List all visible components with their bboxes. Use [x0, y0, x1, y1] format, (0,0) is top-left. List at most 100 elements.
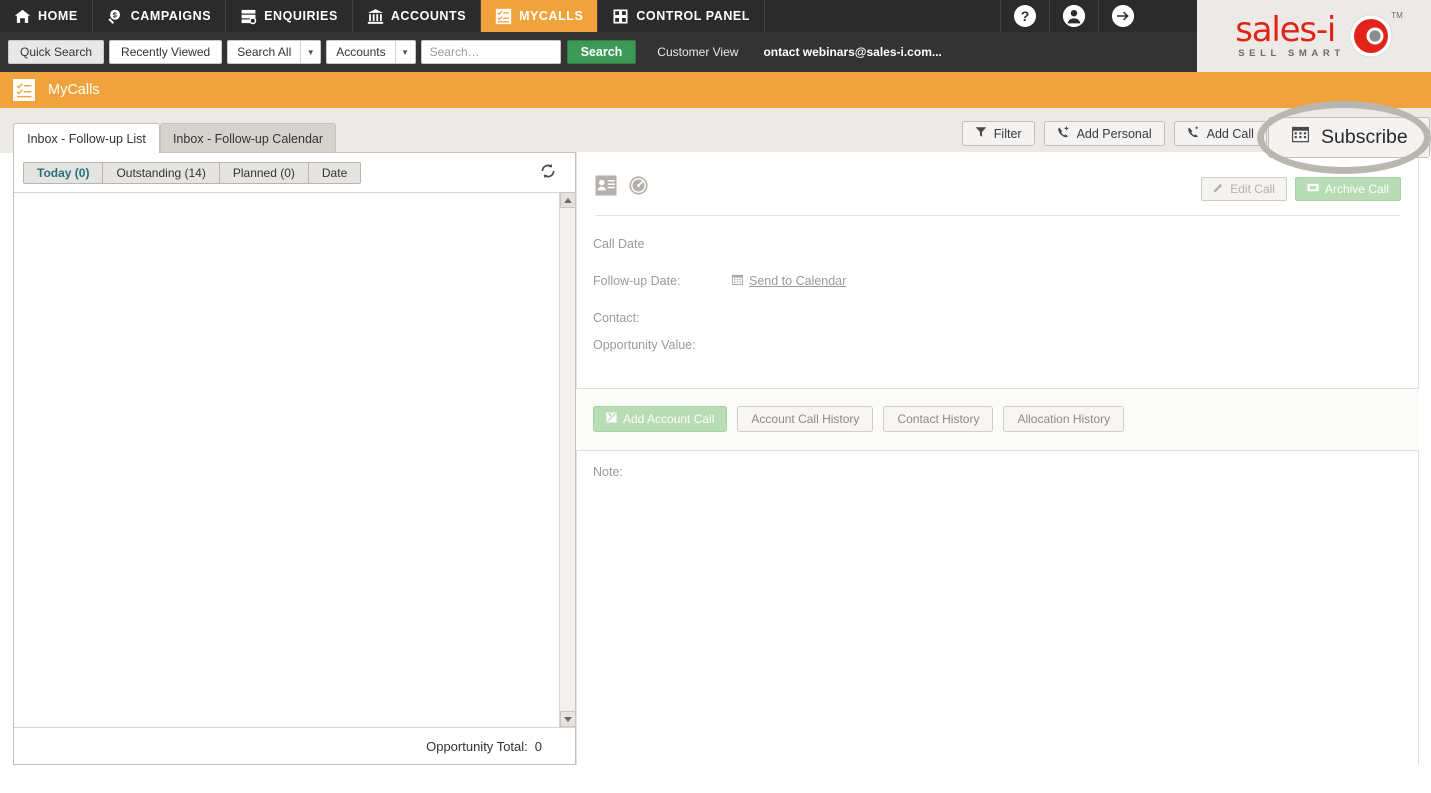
- contact-card-icon[interactable]: [595, 175, 617, 196]
- search-toolbar: Quick Search Recently Viewed Search All …: [0, 32, 1197, 72]
- search-scope-label: Search All: [237, 45, 292, 59]
- calendar-grid-icon: [1291, 126, 1310, 149]
- user-account-button[interactable]: [1049, 0, 1098, 32]
- list-filter-row: Today (0) Outstanding (14) Planned (0) D…: [14, 153, 575, 192]
- logo-mark-icon: [1349, 14, 1393, 58]
- chevron-up-icon: [564, 197, 572, 203]
- search-input[interactable]: [420, 40, 561, 64]
- add-account-call-button[interactable]: Add Account Call: [593, 406, 728, 432]
- tab-inbox-followup-list[interactable]: Inbox - Follow-up List: [13, 123, 160, 153]
- edit-call-button[interactable]: Edit Call: [1201, 177, 1287, 201]
- magnifier-dollar-icon: $: [107, 8, 124, 25]
- gauge-icon[interactable]: [628, 175, 650, 196]
- server-search-icon: [240, 8, 257, 25]
- opportunity-total-label: Opportunity Total:: [426, 738, 528, 754]
- archive-call-button[interactable]: Archive Call: [1294, 177, 1401, 201]
- customer-view-link[interactable]: Customer View: [657, 45, 738, 59]
- logo-tagline: SELL SMART: [1238, 48, 1345, 60]
- call-date-label: Call Date: [593, 237, 645, 251]
- phone-plus-icon: [1187, 125, 1200, 142]
- opportunity-value-label: Opportunity Value:: [593, 338, 696, 352]
- account-call-history-button[interactable]: Account Call History: [737, 406, 874, 432]
- filter-button[interactable]: Filter: [961, 121, 1035, 146]
- list-scrollbar[interactable]: [559, 192, 576, 727]
- svg-text:$: $: [112, 10, 117, 19]
- nav-item-home[interactable]: HOME: [0, 0, 93, 32]
- logout-button[interactable]: [1098, 0, 1147, 32]
- nav-item-accounts[interactable]: ACCOUNTS: [353, 0, 482, 32]
- add-personal-label: Add Personal: [1076, 126, 1152, 141]
- followup-date-label: Follow-up Date:: [593, 274, 681, 288]
- brand-logo[interactable]: sales-i SELL SMART TM: [1197, 0, 1431, 72]
- calendar-grid-icon: [732, 274, 743, 288]
- scroll-down-button[interactable]: [560, 711, 576, 727]
- history-action-bar: Add Account Call Account Call History Co…: [576, 389, 1419, 451]
- search-submit-button[interactable]: Search: [566, 40, 637, 64]
- chevron-down-icon: ▼: [394, 41, 415, 63]
- nav-item-enquiries[interactable]: ENQUIRIES: [226, 0, 353, 32]
- search-scope-dropdown[interactable]: Search All ▼: [227, 40, 322, 64]
- add-call-button[interactable]: Add Call: [1173, 121, 1267, 146]
- logout-arrow-icon: [1112, 5, 1134, 27]
- detail-action-buttons: Edit Call Archive Call: [1201, 177, 1401, 201]
- contact-history-button[interactable]: Contact History: [883, 406, 994, 432]
- logo-trademark: TM: [1391, 11, 1403, 21]
- help-button[interactable]: ?: [1000, 0, 1049, 32]
- send-to-calendar-link[interactable]: Send to Calendar: [732, 274, 846, 288]
- recently-viewed-button[interactable]: Recently Viewed: [109, 40, 223, 64]
- user-avatar-icon: [1063, 5, 1085, 27]
- filter-today[interactable]: Today (0): [23, 161, 104, 184]
- search-entity-dropdown[interactable]: Accounts ▼: [326, 40, 416, 64]
- checklist-icon: [495, 8, 512, 25]
- add-account-icon: [606, 412, 617, 426]
- nav-label-mycalls: MYCALLS: [519, 9, 584, 23]
- logo-wordmark: sales-i: [1235, 10, 1336, 51]
- add-account-call-label: Add Account Call: [623, 412, 715, 426]
- filter-planned[interactable]: Planned (0): [218, 161, 309, 184]
- search-entity-label: Accounts: [336, 45, 386, 59]
- archive-box-icon: [1307, 182, 1319, 196]
- opportunity-total-bar: Opportunity Total: 0: [14, 727, 575, 764]
- nav-item-control-panel[interactable]: CONTROL PANEL: [598, 0, 765, 32]
- detail-icon-row: [595, 175, 650, 196]
- send-to-calendar-label: Send to Calendar: [749, 274, 847, 288]
- nav-label-accounts: ACCOUNTS: [390, 9, 467, 23]
- nav-item-campaigns[interactable]: $ CAMPAIGNS: [93, 0, 227, 32]
- detail-divider: [595, 215, 1401, 216]
- contact-label: Contact:: [593, 311, 640, 325]
- house-icon: [14, 8, 31, 25]
- scroll-up-button[interactable]: [560, 192, 576, 208]
- chevron-down-icon: ▼: [300, 41, 320, 63]
- contact-email-text: ontact webinars@sales-i.com...: [763, 45, 942, 59]
- allocation-history-button[interactable]: Allocation History: [1003, 406, 1125, 432]
- archive-call-label: Archive Call: [1324, 182, 1389, 196]
- note-label: Note:: [593, 465, 623, 479]
- bank-icon: [367, 8, 384, 25]
- pencil-icon: [1213, 182, 1224, 196]
- nav-label-enquiries: ENQUIRIES: [264, 9, 338, 23]
- tab-inbox-followup-calendar[interactable]: Inbox - Follow-up Calendar: [160, 123, 336, 153]
- checklist-icon: [13, 79, 35, 101]
- call-detail-panel: Edit Call Archive Call Call Date Follow-…: [576, 152, 1419, 765]
- edit-call-label: Edit Call: [1230, 182, 1275, 196]
- chevron-down-icon: [564, 716, 572, 722]
- followup-list[interactable]: [14, 192, 559, 727]
- filter-date[interactable]: Date: [307, 161, 362, 184]
- add-personal-button[interactable]: Add Personal: [1043, 121, 1165, 146]
- quick-search-button[interactable]: Quick Search: [8, 40, 105, 64]
- phone-plus-icon: [1057, 126, 1070, 142]
- nav-utility-icons: ?: [1000, 0, 1147, 32]
- followup-list-panel: Today (0) Outstanding (14) Planned (0) D…: [13, 152, 576, 765]
- refresh-button[interactable]: [538, 163, 558, 183]
- filter-label: Filter: [993, 126, 1022, 141]
- refresh-icon: [539, 162, 557, 185]
- filter-outstanding[interactable]: Outstanding (14): [102, 161, 220, 184]
- page-title: MyCalls: [48, 82, 100, 98]
- nav-label-home: HOME: [38, 9, 78, 23]
- panel-left-border: [576, 152, 577, 765]
- opportunity-total-value: 0: [534, 738, 542, 754]
- subscribe-label: Subscribe: [1321, 126, 1408, 148]
- subscribe-button[interactable]: Subscribe: [1268, 117, 1430, 158]
- nav-item-mycalls[interactable]: MYCALLS: [481, 0, 599, 32]
- nav-label-campaigns: CAMPAIGNS: [130, 9, 212, 23]
